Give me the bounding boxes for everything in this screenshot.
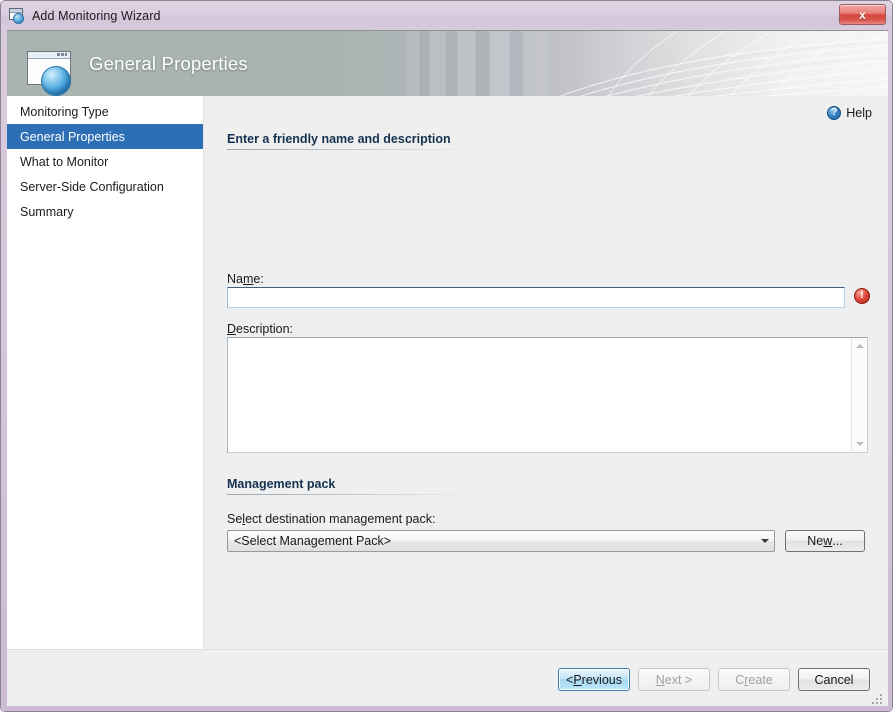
sidebar-item-label: What to Monitor <box>20 155 108 169</box>
section-heading-management-pack: Management pack <box>227 477 459 495</box>
description-field-wrapper <box>227 337 868 453</box>
close-button[interactable]: x <box>839 4 886 25</box>
resize-grip-icon[interactable] <box>872 692 884 704</box>
window-title: Add Monitoring Wizard <box>32 9 161 23</box>
help-link[interactable]: ? Help <box>827 106 872 120</box>
description-input[interactable] <box>228 338 851 452</box>
page-title: General Properties <box>89 31 248 96</box>
description-label: Description: <box>227 322 293 336</box>
management-pack-combobox[interactable]: <Select Management Pack> <box>227 530 775 552</box>
management-pack-combobox-value: <Select Management Pack> <box>228 534 755 548</box>
error-exclamation-icon: ! <box>854 288 870 304</box>
new-management-pack-button[interactable]: New... <box>785 530 865 552</box>
previous-button[interactable]: < Previous <box>558 668 630 691</box>
banner-mesh-graphic <box>548 31 888 96</box>
sidebar-item-label: General Properties <box>20 130 125 144</box>
wizard-window: Add Monitoring Wizard x <box>0 0 893 712</box>
scroll-up-arrow-icon[interactable] <box>852 338 868 354</box>
name-input[interactable] <box>227 287 845 308</box>
chevron-down-icon[interactable] <box>755 539 774 543</box>
cancel-button[interactable]: Cancel <box>798 668 870 691</box>
banner-stripes <box>397 31 607 96</box>
wizard-banner: General Properties <box>7 30 888 96</box>
scroll-down-arrow-icon[interactable] <box>852 436 868 452</box>
sidebar-item-summary[interactable]: Summary <box>7 199 203 224</box>
footer-button-bar: < Previous Next > Create Cancel <box>7 649 888 706</box>
content-pane: ? Help Enter a friendly name and descrip… <box>205 96 888 649</box>
wizard-steps-sidebar: Monitoring Type General Properties What … <box>7 96 204 649</box>
close-icon: x <box>859 8 866 22</box>
title-bar: Add Monitoring Wizard <box>1 1 893 30</box>
name-label: Name: <box>227 272 264 286</box>
section-heading-general: Enter a friendly name and description <box>227 132 459 150</box>
window-sphere-icon <box>23 51 81 95</box>
sidebar-item-server-side-configuration[interactable]: Server-Side Configuration <box>7 174 203 199</box>
sidebar-item-label: Summary <box>20 205 73 219</box>
help-question-icon: ? <box>827 106 841 120</box>
sidebar-item-general-properties[interactable]: General Properties <box>7 124 203 149</box>
window-sphere-icon <box>8 8 26 24</box>
sidebar-item-label: Server-Side Configuration <box>20 180 164 194</box>
create-button: Create <box>718 668 790 691</box>
sidebar-item-label: Monitoring Type <box>20 105 109 119</box>
next-button: Next > <box>638 668 710 691</box>
management-pack-label: Select destination management pack: <box>227 512 435 526</box>
body-area: Monitoring Type General Properties What … <box>7 96 888 649</box>
sidebar-item-monitoring-type[interactable]: Monitoring Type <box>7 99 203 124</box>
description-scrollbar[interactable] <box>851 338 867 452</box>
sidebar-item-what-to-monitor[interactable]: What to Monitor <box>7 149 203 174</box>
help-label: Help <box>846 106 872 120</box>
